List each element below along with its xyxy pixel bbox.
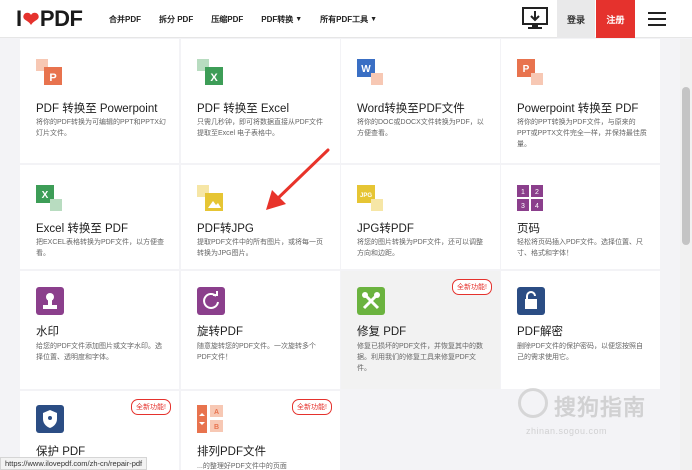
svg-text:X: X	[42, 190, 49, 201]
tool-description: 将你的DOC或DOCX文件转换为PDF，以方便查看。	[357, 119, 484, 137]
tool-card-organize-pdf[interactable]: 全新功能! A B 排列PDF文件 ...的整理好PDF文件中的页面	[181, 391, 340, 470]
svg-text:A: A	[214, 409, 219, 416]
page-numbers-icon: 1 2 3 4	[517, 185, 543, 211]
tool-card-pdf-to-excel[interactable]: X PDF 转换至 Excel 只需几秒钟，即可将数据直接从PDF文件提取至Ex…	[181, 39, 340, 163]
nav-convert-pdf[interactable]: PDF转换 ▼	[261, 14, 302, 25]
jpg-to-pdf-icon: JPG	[357, 185, 383, 211]
svg-text:3: 3	[521, 203, 525, 210]
organize-pdf-icon: A B	[197, 405, 223, 433]
top-navigation-bar: I ❤ PDF 合并PDF 拆分 PDF 压缩PDF PDF转换 ▼ 所有PDF工…	[0, 0, 692, 38]
tool-card-watermark[interactable]: 水印 给您的PDF文件添加图片或文字水印。选择位置、透明度和字体。	[20, 271, 179, 389]
powerpoint-to-pdf-icon: P	[517, 59, 543, 85]
login-button[interactable]: 登录	[557, 0, 595, 38]
new-feature-badge: 全新功能!	[131, 399, 171, 415]
hamburger-menu-icon[interactable]	[648, 12, 666, 26]
unlock-pdf-icon	[517, 287, 545, 315]
sogou-watermark: 搜狗指南 zhinan.sogou.com	[518, 386, 678, 446]
svg-text:1: 1	[521, 189, 525, 196]
tool-title: Excel 转换至 PDF	[36, 223, 129, 235]
protect-pdf-icon	[36, 405, 64, 433]
tool-title: Powerpoint 转换至 PDF	[517, 103, 639, 115]
tool-card-page-numbers[interactable]: 1 2 3 4 页码 轻松将页码插入PDF文件。选择位置、尺寸、格式和字体！	[501, 165, 660, 269]
link-status-bar: https://www.ilovepdf.com/zh-cn/repair-pd…	[0, 457, 148, 470]
repair-pdf-icon	[357, 287, 385, 315]
pdf-to-excel-icon: X	[197, 59, 223, 85]
caret-down-icon: ▼	[295, 15, 303, 23]
tool-title: 页码	[517, 223, 540, 235]
svg-text:X: X	[210, 72, 218, 84]
logo-word: PDF	[39, 6, 83, 31]
tool-description: ...的整理好PDF文件中的页面	[197, 463, 287, 470]
tool-description: 给您的PDF文件添加图片或文字水印。选择位置、透明度和字体。	[36, 343, 162, 361]
vertical-scrollbar[interactable]	[680, 39, 692, 470]
tool-card-repair-pdf[interactable]: 全新功能! 修复 PDF 修复已损坏的PDF文件，并恢复其中的数据。利用我们的修…	[341, 271, 500, 389]
caret-down-icon: ▼	[370, 15, 378, 23]
tool-title: PDF转JPG	[197, 223, 254, 235]
new-feature-badge: 全新功能!	[452, 279, 492, 295]
tool-card-pdf-to-powerpoint[interactable]: P PDF 转换至 Powerpoint 将你的PDF转换为可编辑的PPT和PP…	[20, 39, 179, 163]
tool-title: Word转换至PDF文件	[357, 103, 465, 115]
watermark-icon	[36, 287, 64, 315]
tool-description: 轻松将页码插入PDF文件。选择位置、尺寸、格式和字体！	[517, 239, 643, 257]
tool-description: 提取PDF文件中的所有图片，或将每一页转换为JPG图片。	[197, 239, 323, 257]
tool-title: 修复 PDF	[357, 326, 407, 338]
new-feature-badge: 全新功能!	[292, 399, 332, 415]
svg-text:B: B	[214, 424, 219, 431]
tool-description: 将你的PPT转换为PDF文件，与原来的PPT或PPTX文件完全一样，并保持最佳质…	[517, 119, 647, 148]
watermark-text: 搜狗指南	[554, 395, 647, 420]
tool-description: 删除PDF文件的保护密码，以便您按照自己的需求使用它。	[517, 343, 643, 361]
annotation-arrow	[266, 148, 330, 210]
tool-description: 随意旋转您的PDF文件。一次旋转多个PDF文件！	[197, 343, 316, 361]
pdf-to-powerpoint-icon: P	[36, 59, 62, 85]
tool-title: PDF 转换至 Excel	[197, 103, 290, 115]
tool-card-rotate-pdf[interactable]: 旋转PDF 随意旋转您的PDF文件。一次旋转多个PDF文件！	[181, 271, 340, 389]
word-to-pdf-icon: W	[357, 59, 383, 85]
tool-description: 把EXCEL表格转换为PDF文件，以方便查看。	[36, 239, 164, 257]
heart-icon: ❤	[22, 8, 40, 31]
tool-title: 旋转PDF	[197, 326, 243, 338]
svg-text:P: P	[49, 72, 56, 84]
tool-description: 将你的PDF转换为可编辑的PPT和PPTX幻灯片文件。	[36, 119, 166, 137]
svg-text:2: 2	[535, 189, 539, 196]
pdf-to-jpg-icon	[197, 185, 223, 211]
svg-text:JPG: JPG	[360, 193, 372, 199]
sogou-logo-icon	[518, 388, 548, 418]
nav-merge-pdf[interactable]: 合并PDF	[109, 14, 141, 25]
tool-title: 排列PDF文件	[197, 446, 266, 458]
tool-card-excel-to-pdf[interactable]: X Excel 转换至 PDF 把EXCEL表格转换为PDF文件，以方便查看。	[20, 165, 179, 269]
signup-button[interactable]: 注册	[596, 0, 635, 38]
rotate-pdf-icon	[197, 287, 225, 315]
tool-title: JPG转PDF	[357, 223, 414, 235]
tool-title: PDF 转换至 Powerpoint	[36, 103, 158, 115]
tool-title: PDF解密	[517, 326, 563, 338]
tool-card-powerpoint-to-pdf[interactable]: P Powerpoint 转换至 PDF 将你的PPT转换为PDF文件，与原来的…	[501, 39, 660, 163]
desktop-download-icon[interactable]	[521, 6, 549, 32]
nav-all-pdf-tools[interactable]: 所有PDF工具 ▼	[320, 14, 377, 25]
svg-text:W: W	[361, 64, 371, 75]
svg-text:P: P	[523, 64, 530, 75]
ilovepdf-logo[interactable]: I ❤ PDF	[16, 6, 83, 31]
watermark-url: zhinan.sogou.com	[526, 426, 608, 436]
logo-letter: I	[16, 6, 22, 31]
tool-card-unlock-pdf[interactable]: PDF解密 删除PDF文件的保护密码，以便您按照自己的需求使用它。	[501, 271, 660, 389]
tool-description: 修复已损坏的PDF文件，并恢复其中的数据。利用我们的修复工具来修复PDF文件。	[357, 343, 483, 372]
nav-compress-pdf[interactable]: 压缩PDF	[211, 14, 243, 25]
excel-to-pdf-icon: X	[36, 185, 62, 211]
tool-description: 将您的图片转换为PDF文件，还可以调整方向和边距。	[357, 239, 483, 257]
nav-split-pdf[interactable]: 拆分 PDF	[159, 14, 193, 25]
tool-card-word-to-pdf[interactable]: W Word转换至PDF文件 将你的DOC或DOCX文件转换为PDF，以方便查看…	[341, 39, 500, 163]
svg-text:4: 4	[535, 203, 539, 210]
main-nav: 合并PDF 拆分 PDF 压缩PDF PDF转换 ▼ 所有PDF工具 ▼	[109, 0, 395, 38]
scrollbar-thumb[interactable]	[682, 87, 690, 245]
tool-description: 只需几秒钟，即可将数据直接从PDF文件提取至Excel 电子表格中。	[197, 119, 323, 137]
tool-title: 水印	[36, 326, 59, 338]
tool-card-jpg-to-pdf[interactable]: JPG JPG转PDF 将您的图片转换为PDF文件，还可以调整方向和边距。	[341, 165, 500, 269]
